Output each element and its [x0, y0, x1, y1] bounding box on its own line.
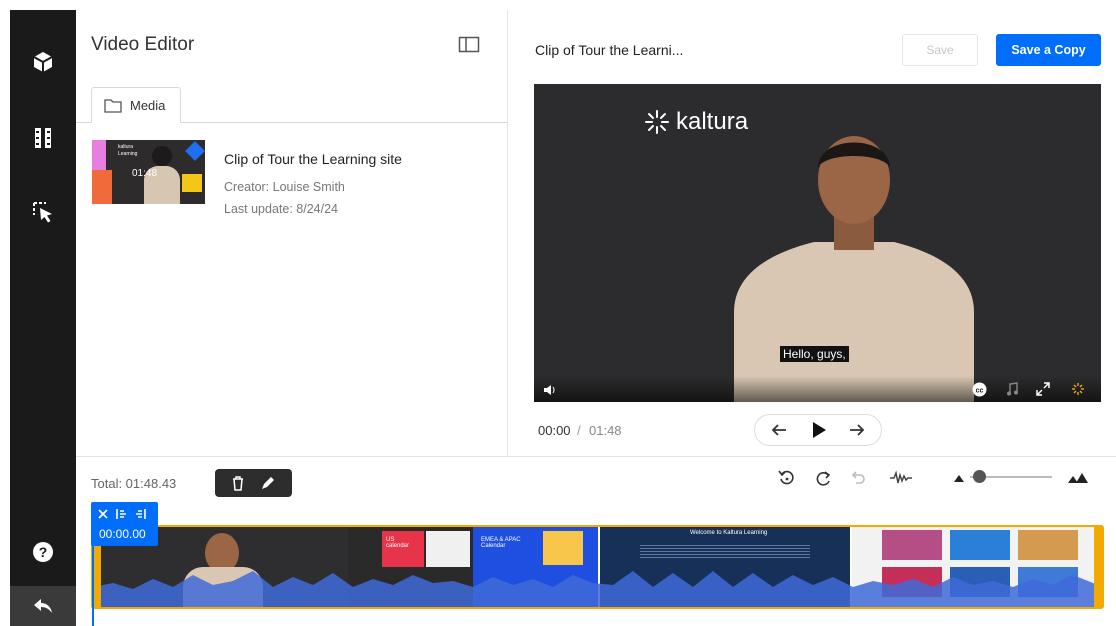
zoom-slider-thumb[interactable]: [973, 470, 986, 483]
redo-icon[interactable]: [812, 467, 834, 489]
music-icon[interactable]: [1006, 382, 1018, 396]
entry-last-update: Last update: 8/24/24: [224, 202, 338, 216]
page-title: Video Editor: [91, 34, 195, 55]
left-rail: ?: [10, 10, 76, 626]
film-strip-icon[interactable]: [10, 118, 76, 158]
entry-creator: Creator: Louise Smith: [224, 180, 345, 194]
time-separator: /: [577, 423, 581, 438]
step-forward-icon[interactable]: [841, 415, 873, 445]
frame-welcome-text: Welcome to Kaltura Learning: [690, 530, 768, 536]
cube-icon[interactable]: [10, 42, 76, 82]
tab-media-label: Media: [130, 97, 166, 113]
step-back-icon[interactable]: [763, 415, 795, 445]
undo-icon[interactable]: [846, 467, 868, 489]
edit-icon[interactable]: [260, 475, 276, 491]
zoom-in-icon[interactable]: [1066, 467, 1090, 489]
current-time: 00:00: [538, 423, 571, 438]
help-icon[interactable]: ?: [10, 532, 76, 572]
media-entry[interactable]: kaltura Learning 01:48 Clip of Tour the …: [92, 140, 492, 216]
playhead-line[interactable]: [92, 545, 94, 626]
kaltura-watermark: kaltura: [644, 108, 748, 136]
back-arrow-icon[interactable]: [10, 586, 76, 626]
trim-end-icon[interactable]: [135, 508, 147, 520]
cc-icon[interactable]: cc: [972, 382, 987, 397]
thumb-brand: kaltura: [118, 144, 134, 150]
svg-text:cc: cc: [976, 388, 984, 395]
kaltura-small-icon: [1072, 383, 1084, 395]
timeline-track[interactable]: US calendar EMEA & APAC Calendar Welcome…: [91, 525, 1104, 609]
panel-divider: [76, 456, 1116, 457]
waveform-icon[interactable]: [888, 467, 914, 489]
zoom-out-icon[interactable]: [948, 467, 970, 489]
split-icon[interactable]: [97, 508, 109, 520]
total-duration-label: Total: 01:48.43: [91, 476, 177, 491]
play-icon[interactable]: [803, 415, 835, 445]
presenter-image: [734, 136, 974, 402]
fullscreen-icon[interactable]: [1036, 382, 1050, 396]
playhead-marker[interactable]: 00:00.00: [91, 502, 158, 546]
kaltura-logo-icon: [645, 110, 669, 134]
frame-us-calendar: US calendar: [386, 537, 410, 549]
delete-icon[interactable]: [231, 475, 245, 491]
audio-waveform: [93, 571, 1102, 607]
tab-media[interactable]: Media: [91, 87, 181, 123]
total-time: 01:48: [589, 423, 622, 438]
entry-title[interactable]: Clip of Tour the Learning site: [224, 151, 402, 167]
trim-start-icon[interactable]: [115, 508, 127, 520]
layout-toggle-icon[interactable]: [458, 36, 480, 54]
player-control-bar: cc: [534, 376, 1101, 402]
save-button[interactable]: Save: [902, 34, 978, 66]
clip-title: Clip of Tour the Learni...: [535, 42, 684, 58]
video-player[interactable]: kaltura Hello, guys, cc: [534, 84, 1101, 402]
clip-tools-popover: [215, 469, 292, 497]
cursor-select-icon[interactable]: [10, 192, 76, 232]
thumb-subtitle: Learning: [118, 151, 138, 157]
svg-text:?: ?: [39, 544, 48, 560]
frame-emea-calendar: EMEA & APAC Calendar: [481, 537, 521, 549]
thumb-duration: 01:48: [132, 168, 158, 179]
volume-icon[interactable]: [543, 383, 557, 397]
reset-icon[interactable]: [776, 467, 798, 489]
entry-thumbnail[interactable]: kaltura Learning 01:48: [92, 140, 205, 204]
trim-handle-right[interactable]: [1094, 527, 1102, 607]
save-a-copy-button[interactable]: Save a Copy: [996, 34, 1101, 66]
playback-controls: [754, 414, 882, 446]
folder-icon: [104, 98, 122, 113]
caption-text: Hello, guys,: [780, 346, 849, 362]
playhead-time: 00:00.00: [99, 527, 146, 541]
media-panel: Video Editor Media kaltura Learning 01:4…: [76, 10, 508, 456]
